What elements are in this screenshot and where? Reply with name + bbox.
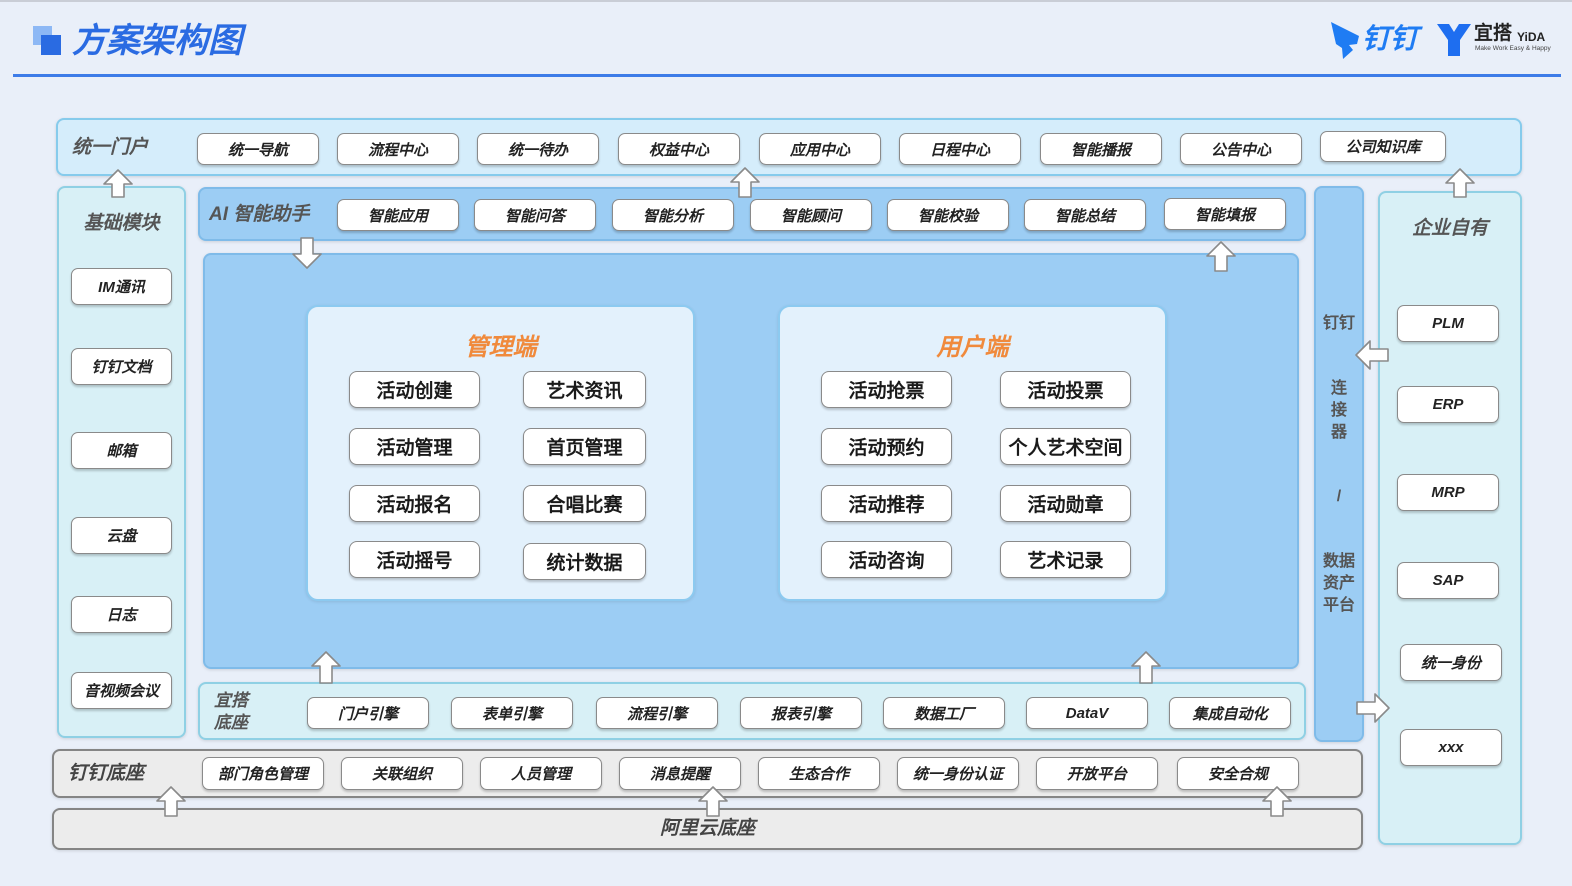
enterprise-owned-label: 企业自有 bbox=[1411, 218, 1488, 239]
yida-form-engine: 表单引擎 bbox=[451, 697, 573, 729]
dingtalk-logo-text: 钉钉 bbox=[1362, 23, 1419, 54]
portal-process-center: 流程中心 bbox=[337, 133, 459, 165]
dingtalk-unified-identity-auth: 统一身份认证 bbox=[897, 757, 1019, 790]
admin-activity-create: 活动创建 bbox=[349, 371, 480, 408]
admin-side-title: 管理端 bbox=[464, 334, 537, 361]
architecture-slide: 方案架构图 钉钉 宜搭 YiDA Make Work Easy & Happy … bbox=[0, 0, 1572, 886]
connector-text-slash: / bbox=[1336, 488, 1342, 505]
enterprise-mrp: MRP bbox=[1397, 474, 1499, 511]
portal-announcement-center: 公告中心 bbox=[1180, 133, 1302, 165]
admin-activity-lottery: 活动摇号 bbox=[349, 541, 480, 578]
base-im-messaging: IM通讯 bbox=[71, 268, 172, 305]
enterprise-erp: ERP bbox=[1397, 386, 1499, 423]
connector-text-platform: 平台 bbox=[1322, 597, 1355, 614]
connector-text-dingtalk: 钉钉 bbox=[1322, 315, 1355, 332]
base-cloud-drive: 云盘 bbox=[71, 517, 172, 554]
dingtalk-personnel-management: 人员管理 bbox=[480, 757, 602, 790]
aliyun-base-label: 阿里云底座 bbox=[659, 818, 755, 839]
admin-activity-management: 活动管理 bbox=[349, 428, 480, 465]
portal-benefits-center: 权益中心 bbox=[618, 133, 740, 165]
base-modules-label: 基础模块 bbox=[83, 213, 160, 234]
admin-art-news: 艺术资讯 bbox=[523, 371, 646, 408]
base-video-conference: 音视频会议 bbox=[71, 672, 172, 709]
dingtalk-ecosystem-cooperation: 生态合作 bbox=[758, 757, 880, 790]
dingtalk-dept-role-management: 部门角色管理 bbox=[202, 757, 324, 790]
connector-text-char-3: 器 bbox=[1330, 424, 1347, 441]
user-side-title: 用户端 bbox=[936, 334, 1009, 361]
user-personal-art-space: 个人艺术空间 bbox=[1000, 428, 1131, 465]
enterprise-plm: PLM bbox=[1397, 305, 1499, 342]
yida-integration-automation: 集成自动化 bbox=[1169, 697, 1291, 729]
yida-portal-engine: 门户引擎 bbox=[307, 697, 429, 729]
page-title: 方案架构图 bbox=[72, 22, 242, 60]
yida-base-label-line2: 底座 bbox=[214, 713, 248, 732]
yida-workflow-engine: 流程引擎 bbox=[596, 697, 718, 729]
yida-datav: DataV bbox=[1026, 697, 1148, 729]
ai-smart-advisor: 智能顾问 bbox=[750, 199, 872, 231]
yida-y-icon bbox=[1437, 24, 1471, 56]
user-activity-reservation: 活动预约 bbox=[821, 428, 952, 465]
ai-smart-analysis: 智能分析 bbox=[612, 199, 734, 231]
user-activity-ticketing: 活动抢票 bbox=[821, 371, 952, 408]
connector-text-char-2: 接 bbox=[1330, 402, 1347, 419]
ai-smart-form-filling: 智能填报 bbox=[1164, 198, 1286, 230]
top-border bbox=[0, 0, 1572, 2]
yida-logo-tagline: Make Work Easy & Happy bbox=[1475, 45, 1551, 52]
ai-assistant-label: AI 智能助手 bbox=[209, 204, 310, 225]
base-dingtalk-docs: 钉钉文档 bbox=[71, 348, 172, 385]
ai-smart-qa: 智能问答 bbox=[474, 199, 596, 231]
enterprise-unified-identity: 统一身份 bbox=[1400, 644, 1502, 681]
admin-activity-registration: 活动报名 bbox=[349, 485, 480, 522]
dingtalk-linked-organization: 关联组织 bbox=[341, 757, 463, 790]
base-mailbox: 邮箱 bbox=[71, 432, 172, 469]
yida-base-label-line1: 宜搭 bbox=[214, 691, 248, 710]
unified-portal-label: 统一门户 bbox=[72, 137, 149, 158]
dingtalk-security-compliance: 安全合规 bbox=[1177, 757, 1299, 790]
user-activity-voting: 活动投票 bbox=[1000, 371, 1131, 408]
admin-homepage-management: 首页管理 bbox=[523, 428, 646, 465]
connector-text-char-1: 连 bbox=[1330, 380, 1347, 397]
enterprise-xxx: xxx bbox=[1400, 729, 1502, 766]
dingtalk-message-reminder: 消息提醒 bbox=[619, 757, 741, 790]
connector-text-data: 数据 bbox=[1322, 553, 1355, 570]
portal-schedule-center: 日程中心 bbox=[899, 133, 1021, 165]
admin-choir-competition: 合唱比赛 bbox=[523, 485, 646, 522]
ai-smart-summary: 智能总结 bbox=[1024, 199, 1146, 231]
portal-smart-broadcast: 智能播报 bbox=[1040, 133, 1162, 165]
header-divider bbox=[13, 74, 1561, 77]
user-art-records: 艺术记录 bbox=[1000, 541, 1131, 578]
dingtalk-bird-icon bbox=[1331, 22, 1359, 59]
ai-smart-validation: 智能校验 bbox=[887, 199, 1009, 231]
dingtalk-base-label: 钉钉底座 bbox=[68, 763, 145, 784]
stacked-squares-icon bbox=[33, 26, 61, 56]
portal-company-knowledge-base: 公司知识库 bbox=[1320, 131, 1446, 162]
user-activity-recommendation: 活动推荐 bbox=[821, 485, 952, 522]
connector-text-assets: 资产 bbox=[1322, 575, 1355, 592]
yida-data-factory: 数据工厂 bbox=[883, 697, 1005, 729]
ai-smart-apps: 智能应用 bbox=[337, 199, 459, 231]
base-work-log: 日志 bbox=[71, 596, 172, 633]
portal-unified-todo: 统一待办 bbox=[477, 133, 599, 165]
yida-logo-latin: YiDA bbox=[1517, 30, 1546, 44]
user-activity-consultation: 活动咨询 bbox=[821, 541, 952, 578]
enterprise-sap: SAP bbox=[1397, 562, 1499, 599]
dingtalk-open-platform: 开放平台 bbox=[1036, 757, 1158, 790]
connector-zone bbox=[1314, 186, 1364, 742]
user-activity-badges: 活动勋章 bbox=[1000, 485, 1131, 522]
portal-app-center: 应用中心 bbox=[759, 133, 881, 165]
admin-statistics: 统计数据 bbox=[523, 543, 646, 580]
portal-unified-navigation: 统一导航 bbox=[197, 133, 319, 165]
yida-report-engine: 报表引擎 bbox=[740, 697, 862, 729]
yida-logo-text: 宜搭 bbox=[1474, 23, 1513, 44]
